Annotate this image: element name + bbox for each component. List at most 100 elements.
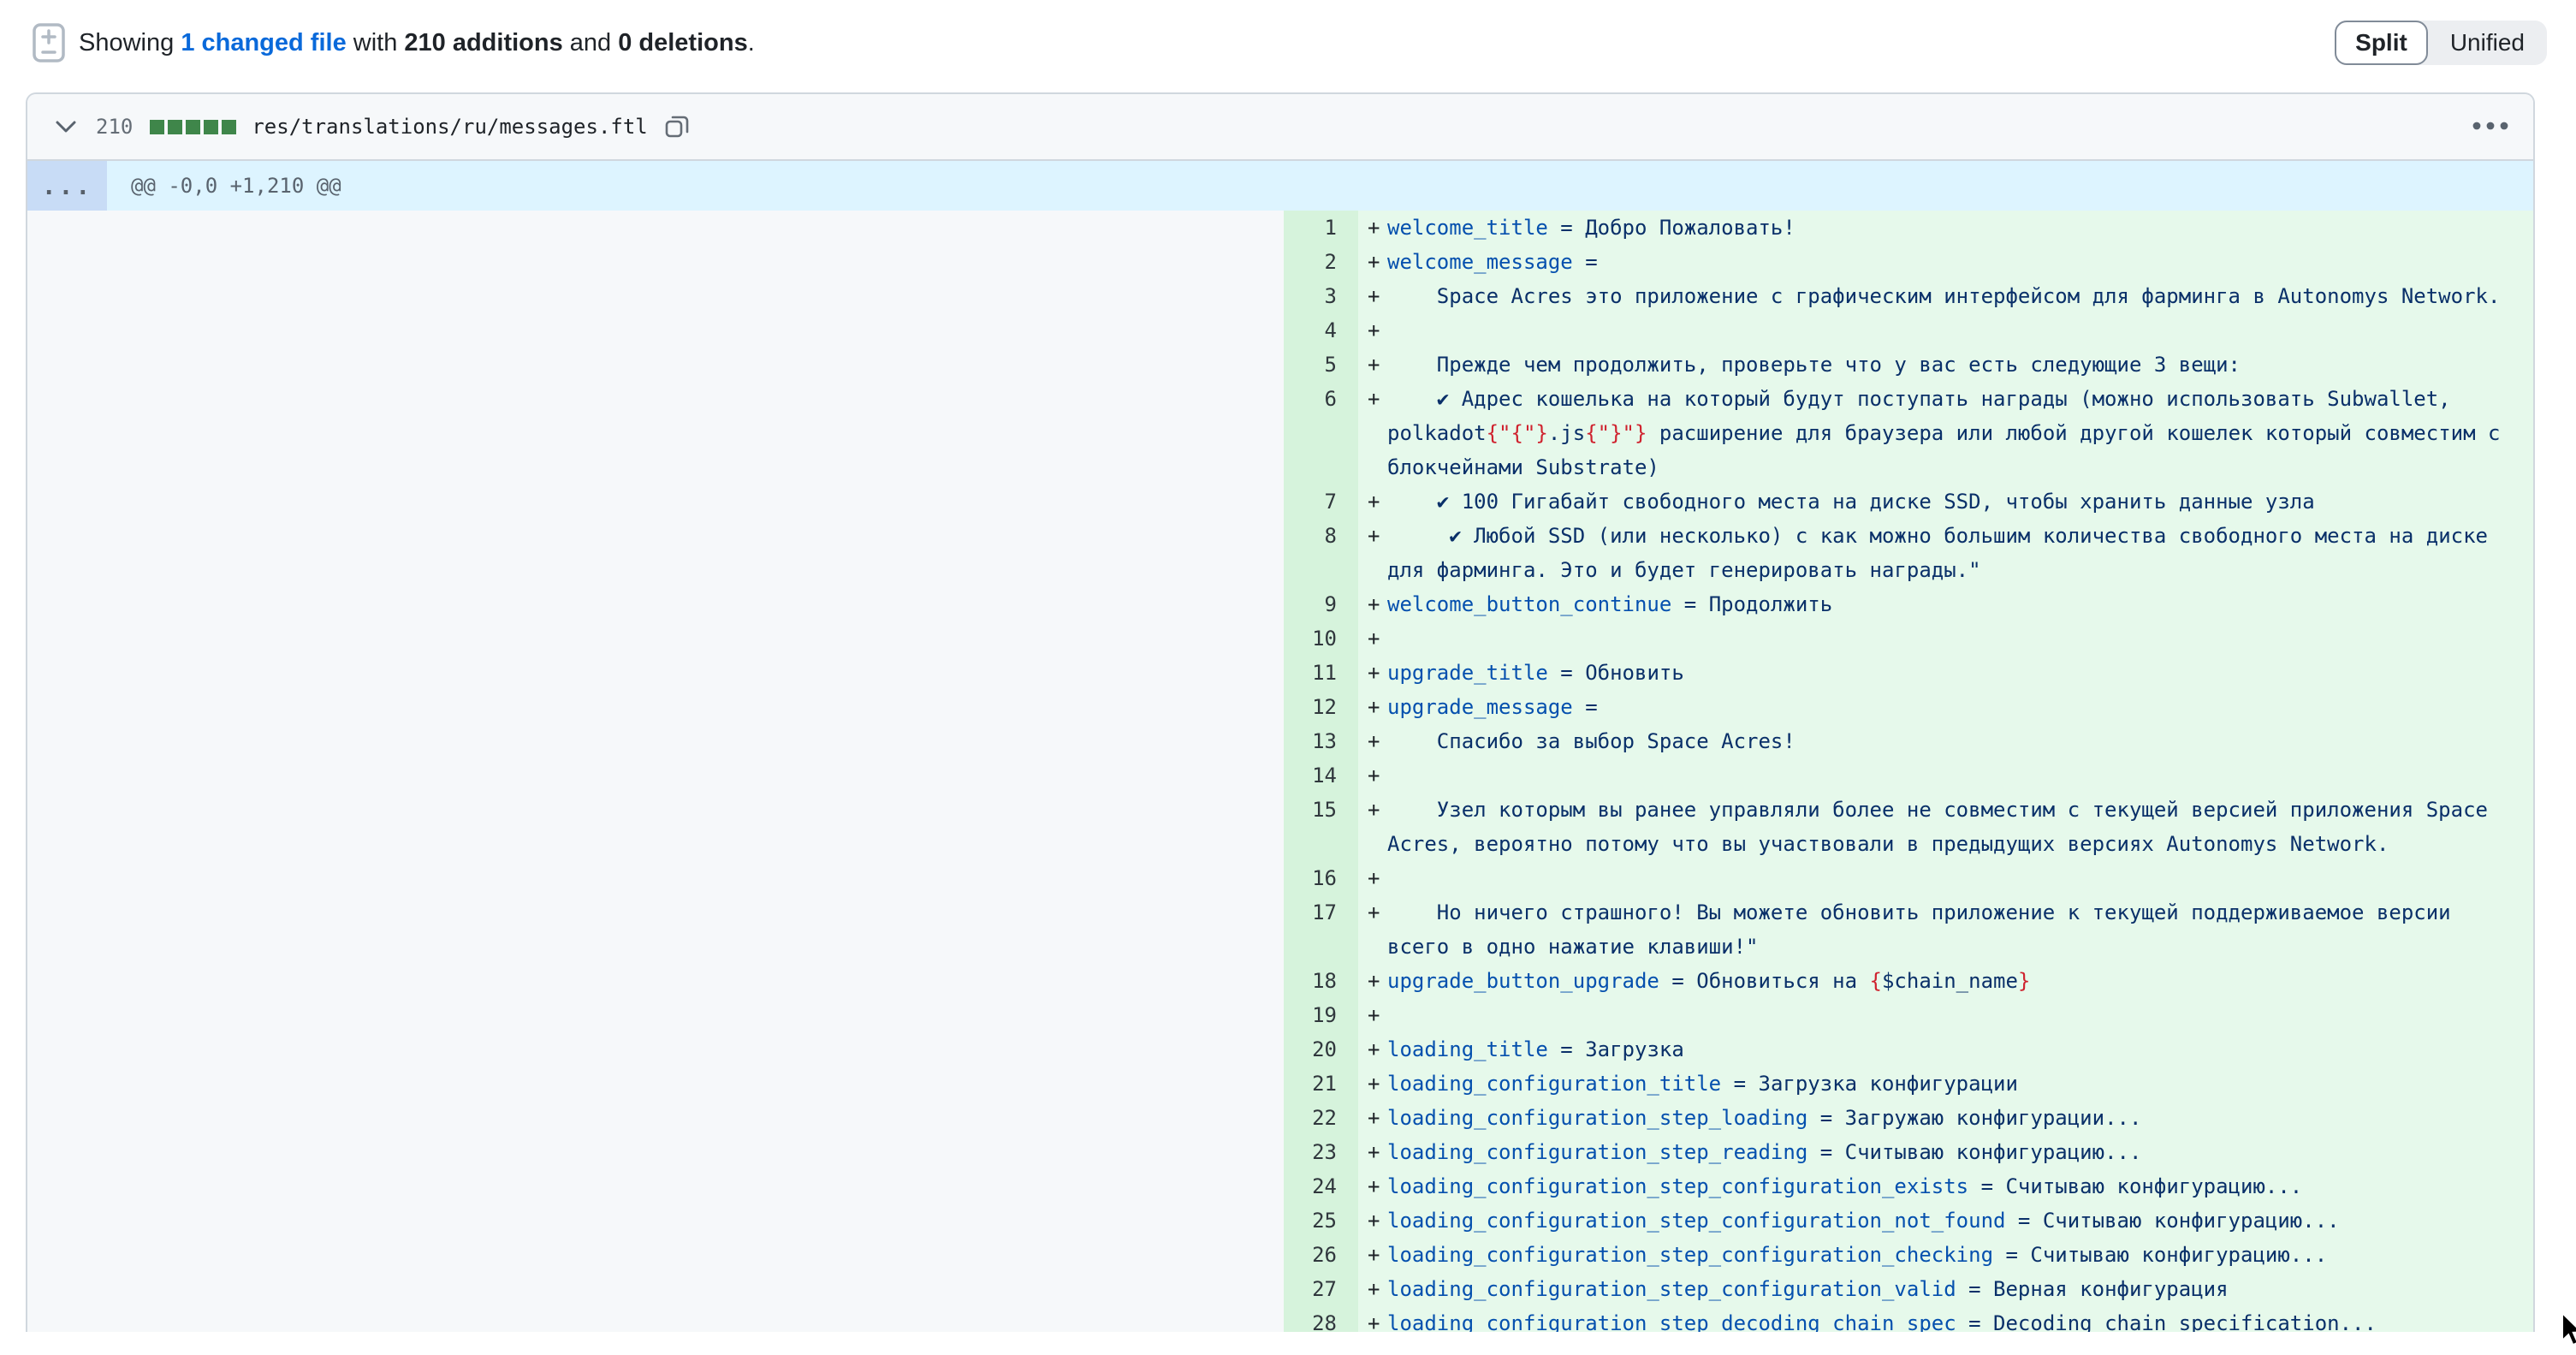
- code-line: + ✔ Любой SSD (или несколько) с как можн…: [1358, 519, 2533, 587]
- line-number[interactable]: 11: [1284, 656, 1358, 690]
- file-options-button[interactable]: [2472, 121, 2509, 134]
- code-line: +loading_configuration_step_decoding_cha…: [1358, 1306, 2533, 1332]
- diff-row: 27+loading_configuration_step_configurat…: [27, 1272, 2533, 1306]
- code-text: Прежде чем продолжить, проверьте что у в…: [1387, 348, 2533, 382]
- addition-marker: +: [1358, 964, 1387, 998]
- diff-row: 25+loading_configuration_step_configurat…: [27, 1203, 2533, 1238]
- code-line: + Но ничего страшного! Вы можете обновит…: [1358, 895, 2533, 964]
- file-diff-card: 210 res/translations/ru/messages.ftl ...…: [26, 92, 2535, 1332]
- code-text: Спасибо за выбор Space Acres!: [1387, 724, 2533, 758]
- old-side-empty-cell: [27, 1203, 1284, 1238]
- addition-marker: +: [1358, 587, 1387, 621]
- code-text: [1387, 861, 2533, 895]
- code-line: +: [1358, 758, 2533, 793]
- copy-path-button[interactable]: [663, 112, 691, 142]
- code-line: + Прежде чем продолжить, проверьте что у…: [1358, 348, 2533, 382]
- line-number[interactable]: 5: [1284, 348, 1358, 382]
- diff-row: 3+ Space Acres это приложение с графичес…: [27, 279, 2533, 313]
- addition-marker: +: [1358, 1135, 1387, 1169]
- hunk-header-row: ... @@ -0,0 +1,210 @@: [27, 161, 2533, 211]
- line-number[interactable]: 15: [1284, 793, 1358, 861]
- line-number[interactable]: 16: [1284, 861, 1358, 895]
- code-line: +loading_configuration_step_reading = Сч…: [1358, 1135, 2533, 1169]
- diff-row: 18+upgrade_button_upgrade = Обновиться н…: [27, 964, 2533, 998]
- line-number[interactable]: 18: [1284, 964, 1358, 998]
- copy-icon: [663, 112, 691, 142]
- line-number[interactable]: 17: [1284, 895, 1358, 964]
- line-number[interactable]: 22: [1284, 1101, 1358, 1135]
- line-number[interactable]: 25: [1284, 1203, 1358, 1238]
- old-side-empty-cell: [27, 1032, 1284, 1067]
- line-number[interactable]: 4: [1284, 313, 1358, 348]
- code-text: loading_configuration_step_loading = Заг…: [1387, 1101, 2533, 1135]
- line-number[interactable]: 28: [1284, 1306, 1358, 1332]
- line-number[interactable]: 7: [1284, 484, 1358, 519]
- code-line: +loading_configuration_step_configuratio…: [1358, 1272, 2533, 1306]
- line-number[interactable]: 9: [1284, 587, 1358, 621]
- diff-row: 6+ ✔ Адрес кошелька на который будут пос…: [27, 382, 2533, 484]
- line-number[interactable]: 27: [1284, 1272, 1358, 1306]
- code-line: +welcome_message =: [1358, 245, 2533, 279]
- old-side-empty-cell: [27, 964, 1284, 998]
- line-number[interactable]: 23: [1284, 1135, 1358, 1169]
- line-number[interactable]: 14: [1284, 758, 1358, 793]
- file-diff-icon: [31, 21, 67, 64]
- changed-files-link[interactable]: 1 changed file: [181, 29, 346, 56]
- collapse-file-button[interactable]: [55, 115, 77, 140]
- line-number[interactable]: 8: [1284, 519, 1358, 587]
- old-side-empty-cell: [27, 1067, 1284, 1101]
- code-text: welcome_title = Добро Пожаловать!: [1387, 211, 2533, 245]
- old-side-empty-cell: [27, 1306, 1284, 1332]
- file-changes-count: 210: [96, 115, 133, 139]
- line-number[interactable]: 12: [1284, 690, 1358, 724]
- line-number[interactable]: 20: [1284, 1032, 1358, 1067]
- old-side-empty-cell: [27, 245, 1284, 279]
- code-line: +upgrade_message =: [1358, 690, 2533, 724]
- diff-row: 28+loading_configuration_step_decoding_c…: [27, 1306, 2533, 1332]
- old-side-empty-cell: [27, 998, 1284, 1032]
- diff-row: 10+: [27, 621, 2533, 656]
- line-number[interactable]: 1: [1284, 211, 1358, 245]
- line-number[interactable]: 6: [1284, 382, 1358, 484]
- diff-row: 19+: [27, 998, 2533, 1032]
- code-line: +loading_configuration_step_loading = За…: [1358, 1101, 2533, 1135]
- addition-marker: +: [1358, 758, 1387, 793]
- addition-marker: +: [1358, 690, 1387, 724]
- code-line: +: [1358, 313, 2533, 348]
- line-number[interactable]: 10: [1284, 621, 1358, 656]
- split-toggle-button[interactable]: Split: [2335, 21, 2428, 65]
- code-line: +: [1358, 621, 2533, 656]
- diff-row: 21+loading_configuration_title = Загрузк…: [27, 1067, 2533, 1101]
- line-number[interactable]: 13: [1284, 724, 1358, 758]
- addition-marker: +: [1358, 1101, 1387, 1135]
- diff-row: 4+: [27, 313, 2533, 348]
- code-text: loading_configuration_step_decoding_chai…: [1387, 1306, 2533, 1332]
- expand-hunk-button[interactable]: ...: [27, 161, 107, 211]
- file-header: 210 res/translations/ru/messages.ftl: [27, 94, 2533, 161]
- line-number[interactable]: 19: [1284, 998, 1358, 1032]
- summary-prefix: Showing: [79, 29, 181, 56]
- old-side-empty-cell: [27, 348, 1284, 382]
- code-line: + Спасибо за выбор Space Acres!: [1358, 724, 2533, 758]
- line-number[interactable]: 21: [1284, 1067, 1358, 1101]
- code-line: + Узел которым вы ранее управляли более …: [1358, 793, 2533, 861]
- line-number[interactable]: 2: [1284, 245, 1358, 279]
- unified-toggle-button[interactable]: Unified: [2428, 21, 2547, 65]
- deletions-count: 0 deletions: [618, 29, 748, 56]
- addition-marker: +: [1358, 998, 1387, 1032]
- line-number[interactable]: 24: [1284, 1169, 1358, 1203]
- additions-count: 210 additions: [404, 29, 562, 56]
- old-side-empty-cell: [27, 758, 1284, 793]
- old-side-empty-cell: [27, 621, 1284, 656]
- diff-row: 9+welcome_button_continue = Продолжить: [27, 587, 2533, 621]
- code-text: [1387, 621, 2533, 656]
- code-text: welcome_button_continue = Продолжить: [1387, 587, 2533, 621]
- code-text: loading_configuration_title = Загрузка к…: [1387, 1067, 2533, 1101]
- diff-row: 11+upgrade_title = Обновить: [27, 656, 2533, 690]
- diffstat-blocks: [150, 120, 236, 134]
- line-number[interactable]: 26: [1284, 1238, 1358, 1272]
- diff-row: 7+ ✔ 100 Гигабайт свободного места на ди…: [27, 484, 2533, 519]
- addition-marker: +: [1358, 724, 1387, 758]
- summary-period: .: [748, 29, 755, 56]
- line-number[interactable]: 3: [1284, 279, 1358, 313]
